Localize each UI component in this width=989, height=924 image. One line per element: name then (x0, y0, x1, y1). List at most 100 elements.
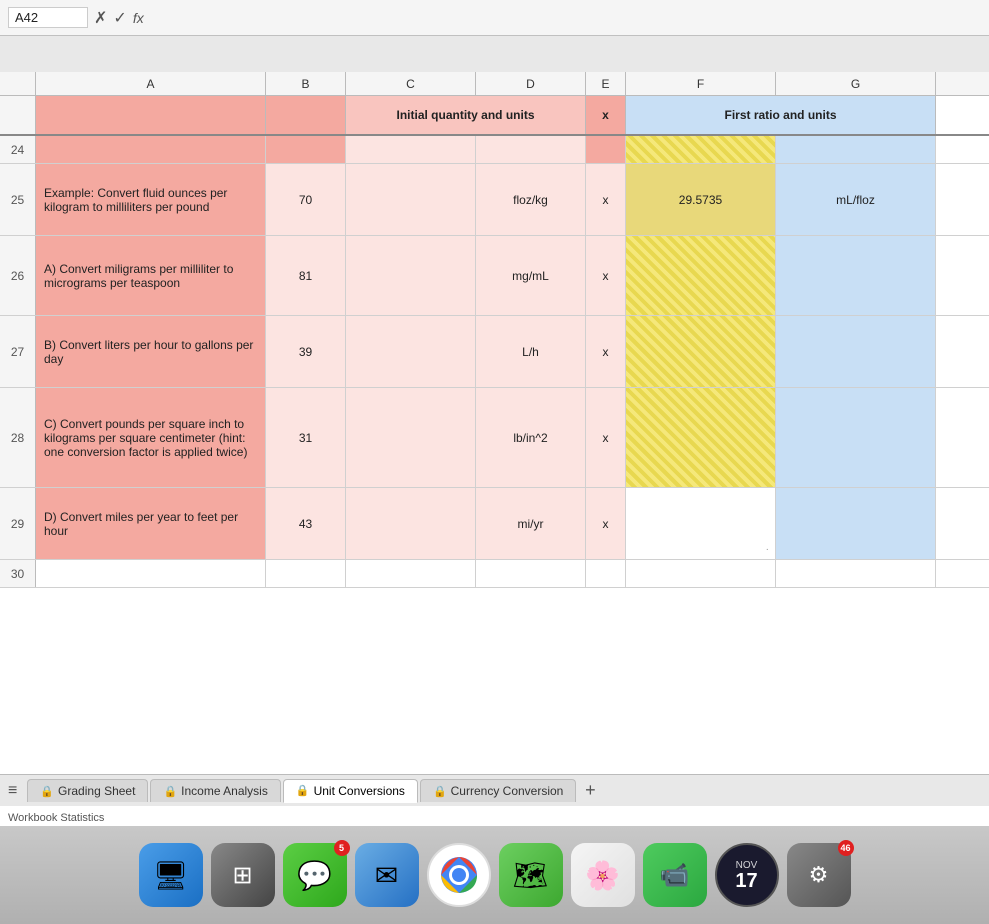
cell-26-c[interactable] (346, 236, 476, 315)
cell-27-d[interactable]: L/h (476, 316, 586, 387)
cell-24-c[interactable] (346, 136, 476, 163)
cell-27-f[interactable] (626, 316, 776, 387)
cell-29-e[interactable]: x (586, 488, 626, 559)
col-header-g[interactable]: G (776, 72, 936, 95)
cell-28-e[interactable]: x (586, 388, 626, 487)
tab-income-analysis[interactable]: 🔒 Income Analysis (150, 779, 280, 802)
cell-29-c[interactable] (346, 488, 476, 559)
cell-29-a[interactable]: D) Convert miles per year to feet per ho… (36, 488, 266, 559)
cell-25-d[interactable]: floz/kg (476, 164, 586, 235)
cell-29-g[interactable] (776, 488, 936, 559)
cell-26-f[interactable] (626, 236, 776, 315)
notification-icon: ⚙ (809, 862, 829, 888)
chrome-icon (437, 853, 481, 897)
formula-bar: A42 ✗ ✓ fx (0, 0, 989, 36)
cell-24-f[interactable] (626, 136, 776, 163)
cell-24-g[interactable] (776, 136, 936, 163)
formula-icons: ✗ ✓ fx (94, 8, 144, 28)
cell-27-e[interactable]: x (586, 316, 626, 387)
tab-unit-label: Unit Conversions (314, 784, 405, 798)
row-num-30: 30 (0, 560, 36, 587)
cell-26-d[interactable]: mg/mL (476, 236, 586, 315)
cell-29-f[interactable]: · (626, 488, 776, 559)
add-sheet-button[interactable]: + (578, 779, 602, 803)
notification-badge: 46 (838, 840, 854, 856)
cell-25-e[interactable]: x (586, 164, 626, 235)
row-num-label (0, 96, 36, 134)
tab-menu-icon[interactable]: ≡ (8, 782, 17, 800)
header-cell-b (266, 96, 346, 134)
col-header-d[interactable]: D (476, 72, 586, 95)
cell-25-g[interactable]: mL/floz (776, 164, 936, 235)
cell-30-d[interactable] (476, 560, 586, 587)
tab-currency-conversion[interactable]: 🔒 Currency Conversion (420, 779, 576, 802)
cell-30-e[interactable] (586, 560, 626, 587)
row-num-29: 29 (0, 488, 36, 559)
lock-icon-2: 🔒 (163, 785, 177, 798)
cell-27-c[interactable] (346, 316, 476, 387)
dock-item-finder[interactable]: 🖥 (139, 843, 203, 907)
dock-item-chrome[interactable] (427, 843, 491, 907)
cell-24-d[interactable] (476, 136, 586, 163)
cell-26-g[interactable] (776, 236, 936, 315)
col-header-c[interactable]: C (346, 72, 476, 95)
cell-24-e[interactable] (586, 136, 626, 163)
cell-30-g[interactable] (776, 560, 936, 587)
cell-25-c[interactable] (346, 164, 476, 235)
clock-day: 17 (735, 871, 757, 891)
cell-27-b[interactable]: 39 (266, 316, 346, 387)
dock-item-launchpad[interactable]: ⊞ (211, 843, 275, 907)
cell-28-b[interactable]: 31 (266, 388, 346, 487)
cell-25-a[interactable]: Example: Convert fluid ounces per kilogr… (36, 164, 266, 235)
dock-clock[interactable]: NOV 17 (715, 843, 779, 907)
col-header-e[interactable]: E (586, 72, 626, 95)
cell-28-d[interactable]: lb/in^2 (476, 388, 586, 487)
cell-29-d[interactable]: mi/yr (476, 488, 586, 559)
function-icon[interactable]: fx (133, 10, 144, 26)
cell-28-f[interactable] (626, 388, 776, 487)
cancel-icon[interactable]: ✗ (94, 8, 107, 28)
cell-27-a[interactable]: B) Convert liters per hour to gallons pe… (36, 316, 266, 387)
cell-29-b[interactable]: 43 (266, 488, 346, 559)
dock-item-facetime[interactable]: 📹 (643, 843, 707, 907)
col-header-f[interactable]: F (626, 72, 776, 95)
lock-icon-4: 🔒 (433, 785, 447, 798)
dock-item-mail[interactable]: ✉ (355, 843, 419, 907)
dock-item-maps[interactable]: 🗺 (499, 843, 563, 907)
cell-30-f[interactable] (626, 560, 776, 587)
cell-28-g[interactable] (776, 388, 936, 487)
cell-reference[interactable]: A42 (8, 7, 88, 28)
table-row: 30 (0, 560, 989, 588)
header-cell-e: x (586, 96, 626, 134)
cell-28-a[interactable]: C) Convert pounds per square inch to kil… (36, 388, 266, 487)
cell-24-a[interactable] (36, 136, 266, 163)
column-headers: A B C D E F G (0, 72, 989, 96)
dock-item-messages[interactable]: 💬 5 (283, 843, 347, 907)
cell-24-b[interactable] (266, 136, 346, 163)
workbook-stats-label: Workbook Statistics (8, 812, 104, 824)
cell-25-b[interactable]: 70 (266, 164, 346, 235)
cell-27-g[interactable] (776, 316, 936, 387)
col-header-a[interactable]: A (36, 72, 266, 95)
cell-28-c[interactable] (346, 388, 476, 487)
cell-26-a[interactable]: A) Convert miligrams per milliliter to m… (36, 236, 266, 315)
tab-grading-label: Grading Sheet (58, 784, 135, 798)
confirm-icon[interactable]: ✓ (113, 8, 126, 28)
col-header-b[interactable]: B (266, 72, 346, 95)
tab-grading-sheet[interactable]: 🔒 Grading Sheet (27, 779, 148, 802)
header-cell-fg: First ratio and units (626, 96, 936, 134)
workbook-statistics[interactable]: Workbook Statistics (8, 812, 104, 824)
cell-26-e[interactable]: x (586, 236, 626, 315)
cell-30-b[interactable] (266, 560, 346, 587)
cell-30-c[interactable] (346, 560, 476, 587)
cell-25-f[interactable]: 29.5735 (626, 164, 776, 235)
cell-26-b[interactable]: 81 (266, 236, 346, 315)
cell-30-a[interactable] (36, 560, 266, 587)
formula-input[interactable] (150, 10, 981, 25)
tab-unit-conversions[interactable]: 🔒 Unit Conversions (283, 779, 418, 803)
row-num-corner (0, 72, 36, 95)
dock-item-notification[interactable]: ⚙ 46 (787, 843, 851, 907)
facetime-icon: 📹 (660, 861, 690, 890)
photos-icon: 🌸 (585, 859, 620, 892)
dock-item-photos[interactable]: 🌸 (571, 843, 635, 907)
